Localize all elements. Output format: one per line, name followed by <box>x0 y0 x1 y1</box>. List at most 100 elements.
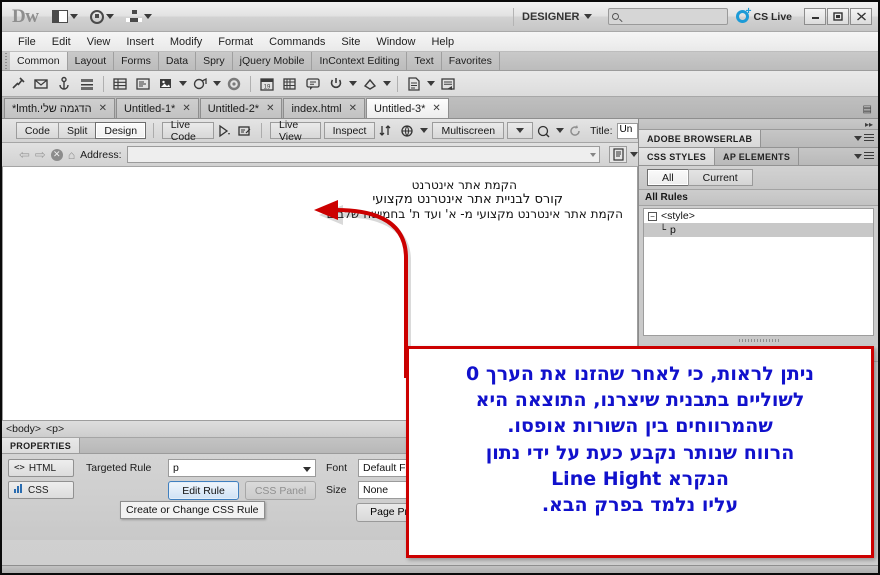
menu-insert[interactable]: Insert <box>118 34 162 50</box>
tag-selector-p[interactable]: <p> <box>46 423 64 435</box>
css-rules-tree[interactable]: − <style> └ p <box>643 208 874 336</box>
back-icon[interactable]: ⇦ <box>19 147 30 163</box>
images-icon[interactable] <box>156 74 176 94</box>
code-view-button[interactable]: Code <box>15 122 59 139</box>
split-view-button[interactable]: Split <box>57 122 97 139</box>
home-icon[interactable]: ⌂ <box>68 148 75 162</box>
inspect-button[interactable]: Inspect <box>323 122 376 139</box>
css-panel-button[interactable]: CSS Panel <box>245 481 316 500</box>
edit-rule-button[interactable]: Edit Rule <box>168 481 239 500</box>
page-title-input[interactable]: Un <box>616 122 638 139</box>
layout-switcher-button[interactable] <box>52 10 79 23</box>
browser-preview-icon[interactable] <box>400 122 416 139</box>
site-management-button[interactable] <box>126 10 153 23</box>
chevron-down-icon[interactable] <box>590 152 596 157</box>
menu-commands[interactable]: Commands <box>261 34 333 50</box>
css-scope-current-button[interactable]: Current <box>687 169 753 186</box>
refresh-icon[interactable] <box>568 122 582 139</box>
forward-icon[interactable]: ⇨ <box>35 147 46 163</box>
chevron-down-icon[interactable] <box>383 81 391 86</box>
chevron-down-icon[interactable] <box>349 81 357 86</box>
insert-tab-layout[interactable]: Layout <box>68 52 115 70</box>
hyperlink-icon[interactable] <box>8 74 28 94</box>
chevron-down-icon[interactable] <box>556 128 565 133</box>
panel-resize-handle[interactable] <box>639 335 878 345</box>
inspect-options-icon[interactable] <box>237 122 253 139</box>
browserlab-panel-menu[interactable] <box>854 134 874 142</box>
chevron-down-icon[interactable] <box>630 152 638 157</box>
tree-row-p[interactable]: └ p <box>644 223 873 237</box>
named-anchor-icon[interactable] <box>54 74 74 94</box>
close-icon[interactable]: ✕ <box>349 103 357 114</box>
live-code-button[interactable]: Live Code <box>161 119 215 143</box>
chevron-down-icon[interactable] <box>179 81 187 86</box>
tree-row-style[interactable]: − <style> <box>644 209 873 223</box>
tag-selector[interactable]: <body> <p> <box>6 423 64 435</box>
address-input[interactable] <box>126 146 600 163</box>
email-link-icon[interactable] <box>31 74 51 94</box>
css-scope-all-button[interactable]: All <box>647 169 689 186</box>
file-management-icon[interactable] <box>609 146 627 163</box>
validate-markup-icon[interactable] <box>378 122 396 139</box>
document-tab[interactable]: Untitled-2* ✕ <box>199 98 283 118</box>
menu-modify[interactable]: Modify <box>162 34 210 50</box>
visual-aids-icon[interactable] <box>536 122 552 139</box>
insert-tab-incontext-editing[interactable]: InContext Editing <box>312 52 408 70</box>
multiscreen-button[interactable]: Multiscreen <box>432 122 505 139</box>
widget-icon[interactable] <box>224 74 244 94</box>
insert-tab-jquery-mobile[interactable]: jQuery Mobile <box>233 52 313 70</box>
insert-tab-spry[interactable]: Spry <box>196 52 233 70</box>
collapse-expander-icon[interactable]: − <box>648 211 657 221</box>
tag-selector-body[interactable]: <body> <box>6 423 41 435</box>
menu-edit[interactable]: Edit <box>44 34 79 50</box>
menu-format[interactable]: Format <box>210 34 261 50</box>
head-content-icon[interactable] <box>326 74 346 94</box>
stop-icon[interactable]: ✕ <box>50 148 63 161</box>
tab-css-styles[interactable]: CSS STYLES <box>639 148 716 165</box>
document-tab[interactable]: index.html ✕ <box>283 98 366 118</box>
table-icon[interactable] <box>110 74 130 94</box>
tab-adobe-browserlab[interactable]: ADOBE BROWSERLAB <box>639 130 762 147</box>
live-view-button[interactable]: Live View <box>269 119 321 143</box>
css-mode-button[interactable]: CSS <box>8 481 74 499</box>
insert-tab-common[interactable]: Common <box>10 52 68 70</box>
restore-button[interactable] <box>827 8 849 25</box>
comment-icon[interactable] <box>303 74 323 94</box>
document-tab[interactable]: הדגמה שלי.html* ✕ <box>4 98 115 118</box>
chevron-down-icon[interactable] <box>427 81 435 86</box>
close-button[interactable] <box>850 8 872 25</box>
live-view-options-icon[interactable] <box>217 122 233 139</box>
collapse-panels-button[interactable]: ▸▸ <box>639 119 878 130</box>
html-mode-button[interactable]: <> HTML <box>8 459 74 477</box>
media-icon[interactable] <box>190 74 210 94</box>
minimize-button[interactable] <box>804 8 826 25</box>
cs-live-button[interactable]: CS Live <box>736 6 792 23</box>
extend-settings-button[interactable] <box>90 9 115 24</box>
help-search-input[interactable] <box>608 8 729 25</box>
menu-view[interactable]: View <box>79 34 119 50</box>
tab-ap-elements[interactable]: AP ELEMENTS <box>715 148 800 165</box>
recently-used-icon[interactable] <box>438 74 458 94</box>
tab-properties[interactable]: PROPERTIES <box>2 438 81 453</box>
close-icon[interactable]: ✕ <box>182 103 190 114</box>
css-styles-panel-menu[interactable] <box>854 152 874 160</box>
document-tab[interactable]: Untitled-1* ✕ <box>115 98 199 118</box>
script-objects-icon[interactable] <box>360 74 380 94</box>
insert-tab-data[interactable]: Data <box>159 52 197 70</box>
close-icon[interactable]: ✕ <box>266 103 274 114</box>
insert-div-icon[interactable] <box>133 74 153 94</box>
menu-file[interactable]: File <box>10 34 44 50</box>
close-icon[interactable]: ✕ <box>99 103 107 114</box>
targeted-rule-select[interactable]: p <box>168 459 316 477</box>
design-view-button[interactable]: Design <box>95 122 147 139</box>
insert-tab-forms[interactable]: Forms <box>114 52 159 70</box>
server-side-include-icon[interactable] <box>280 74 300 94</box>
menu-help[interactable]: Help <box>423 34 462 50</box>
templates-icon[interactable] <box>404 74 424 94</box>
close-icon[interactable]: ✕ <box>432 103 440 114</box>
insert-tab-text[interactable]: Text <box>407 52 442 70</box>
chevron-down-icon[interactable] <box>420 128 429 133</box>
chevron-down-icon[interactable] <box>213 81 221 86</box>
multiscreen-dropdown[interactable] <box>507 122 534 139</box>
collapse-documents-icon[interactable]: ▤ <box>863 104 872 115</box>
